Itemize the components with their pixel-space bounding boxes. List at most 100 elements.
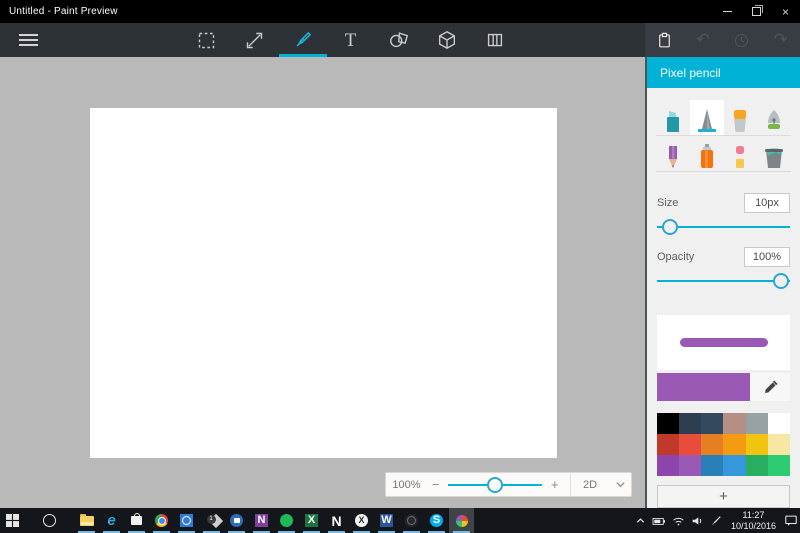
tab-resize[interactable]: [231, 23, 279, 57]
minimize-button[interactable]: [713, 0, 742, 23]
taskbar-cortana-button[interactable]: [37, 508, 62, 533]
tool-eraser[interactable]: [724, 136, 758, 171]
cortana-icon: [43, 514, 56, 527]
undo-button[interactable]: ↶: [684, 23, 723, 57]
dimension-dropdown-button[interactable]: [610, 479, 631, 490]
tab-brushes[interactable]: [279, 23, 327, 57]
tab-shapes[interactable]: [375, 23, 423, 57]
groove-icon: [405, 514, 418, 527]
zoom-in-button[interactable]: +: [546, 477, 564, 492]
palette-swatch[interactable]: [679, 455, 701, 476]
titlebar: Untitled - Paint Preview ×: [0, 0, 800, 23]
close-button[interactable]: ×: [771, 0, 800, 23]
palette-swatch[interactable]: [679, 434, 701, 455]
tab-canvas[interactable]: [471, 23, 519, 57]
tool-spray-can[interactable]: [690, 136, 724, 171]
taskbar-groove[interactable]: [399, 508, 424, 533]
tool-pixel-pencil[interactable]: [690, 100, 724, 135]
paste-button[interactable]: [645, 23, 684, 57]
chrome-icon: [155, 514, 168, 527]
palette-swatch[interactable]: [768, 434, 790, 455]
size-label: Size: [657, 197, 678, 209]
taskbar-word[interactable]: W: [374, 508, 399, 533]
stroke-preview: [657, 315, 790, 370]
size-slider[interactable]: [657, 219, 790, 234]
taskbar-store[interactable]: [124, 508, 149, 533]
taskbar-alarms[interactable]: [174, 508, 199, 533]
palette-swatch[interactable]: [746, 455, 768, 476]
palette-swatch[interactable]: [723, 455, 745, 476]
palette-swatch[interactable]: [746, 413, 768, 434]
windows-logo-icon: [6, 514, 19, 527]
taskbar-start-button[interactable]: [0, 508, 25, 533]
tray-battery-button[interactable]: [650, 508, 669, 533]
palette-swatch[interactable]: [657, 455, 679, 476]
tray-wifi-button[interactable]: [669, 508, 688, 533]
taskbar-xbox[interactable]: X: [349, 508, 374, 533]
tool-marker[interactable]: [656, 100, 690, 135]
palette-swatch[interactable]: [701, 434, 723, 455]
taskbar-spotify[interactable]: [274, 508, 299, 533]
opacity-slider[interactable]: [657, 273, 790, 288]
tab-3d[interactable]: [423, 23, 471, 57]
tool-fountain-pen[interactable]: [757, 100, 791, 135]
zoom-slider[interactable]: [448, 477, 542, 492]
add-color-button[interactable]: +: [657, 485, 790, 508]
size-slider-thumb[interactable]: [662, 219, 678, 235]
history-button[interactable]: [723, 23, 762, 57]
tool-colored-pencil[interactable]: [656, 136, 690, 171]
menu-button[interactable]: [0, 23, 56, 57]
palette-swatch[interactable]: [768, 455, 790, 476]
taskbar-netflix[interactable]: N: [324, 508, 349, 533]
palette-swatch[interactable]: [768, 413, 790, 434]
tray-pen-button[interactable]: [707, 508, 726, 533]
tray-chevron-button[interactable]: [631, 508, 650, 533]
toolbar-left: T: [0, 23, 645, 57]
onenote-icon: N: [255, 514, 268, 527]
taskbar-mail[interactable]: 1: [199, 508, 224, 533]
action-center-button[interactable]: [781, 508, 800, 533]
current-color-swatch[interactable]: [657, 373, 750, 400]
brush-tools: [647, 88, 800, 172]
drawing-canvas[interactable]: [90, 108, 557, 458]
taskbar-onenote[interactable]: N: [249, 508, 274, 533]
eyedropper-button[interactable]: [750, 373, 790, 400]
taskbar-file-explorer[interactable]: [74, 508, 99, 533]
palette-swatch[interactable]: [723, 434, 745, 455]
taskbar-spacer: [25, 508, 37, 533]
opacity-value-input[interactable]: 100%: [744, 247, 790, 267]
palette-swatch[interactable]: [679, 413, 701, 434]
zoom-out-button[interactable]: −: [427, 477, 445, 492]
taskbar-paint-active[interactable]: [449, 508, 474, 533]
size-value-input[interactable]: 10px: [744, 193, 790, 213]
tray-volume-button[interactable]: [688, 508, 707, 533]
tool-calligraphy-brush[interactable]: [724, 100, 758, 135]
taskbar-excel[interactable]: X: [299, 508, 324, 533]
system-tray: 11:27 10/10/2016: [631, 508, 800, 533]
opacity-slider-thumb[interactable]: [773, 273, 789, 289]
marker-icon: [662, 108, 684, 134]
tab-select[interactable]: [183, 23, 231, 57]
taskbar-chrome[interactable]: [149, 508, 174, 533]
tab-text[interactable]: T: [327, 23, 375, 57]
palette-swatch[interactable]: [746, 434, 768, 455]
main-area: 100% − + 2D Pixel pencil: [0, 57, 800, 508]
taskbar-edge[interactable]: e: [99, 508, 124, 533]
palette-swatch[interactable]: [701, 413, 723, 434]
taskbar-skype[interactable]: S: [424, 508, 449, 533]
skype-icon: S: [430, 514, 443, 527]
restore-button[interactable]: [742, 0, 771, 23]
palette-swatch[interactable]: [701, 455, 723, 476]
redo-button[interactable]: ↷: [761, 23, 800, 57]
taskbar-movies[interactable]: [224, 508, 249, 533]
zoom-slider-thumb[interactable]: [487, 477, 503, 493]
taskbar-clock[interactable]: 11:27 10/10/2016: [731, 510, 776, 532]
eyedropper-icon: [763, 380, 778, 395]
eraser-icon: [732, 144, 748, 170]
pixel-pencil-icon: [695, 107, 719, 134]
tool-fill-bucket[interactable]: [757, 136, 791, 171]
palette-swatch[interactable]: [723, 413, 745, 434]
palette-swatch[interactable]: [657, 413, 679, 434]
action-center-icon: [784, 514, 798, 527]
palette-swatch[interactable]: [657, 434, 679, 455]
